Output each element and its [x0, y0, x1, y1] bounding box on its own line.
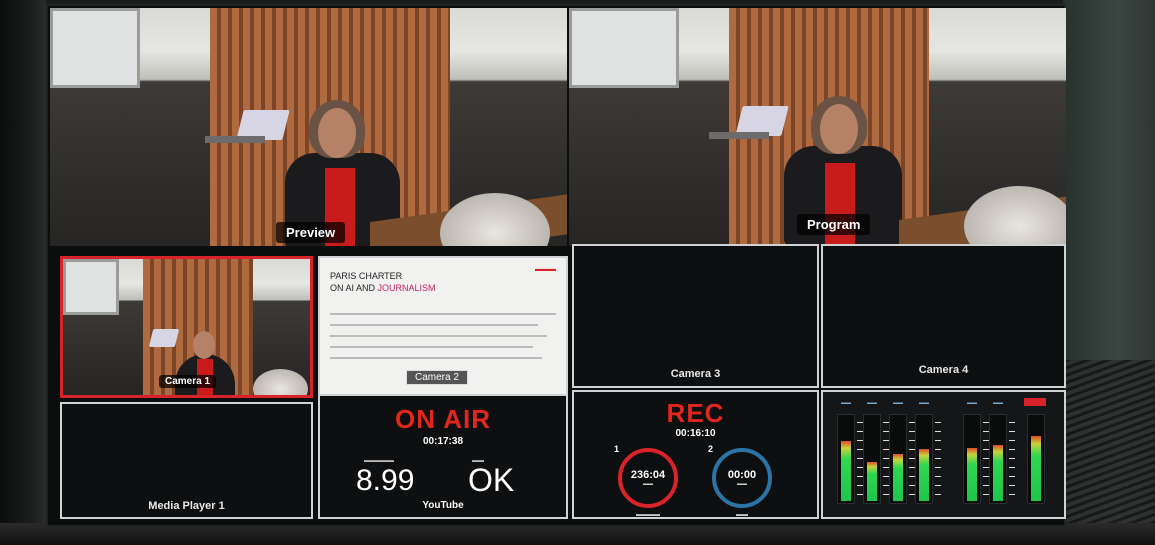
disk-1-number: 1 [614, 444, 620, 454]
audio-level-fill [841, 441, 851, 501]
window-frame [569, 8, 679, 88]
camera-4-label: Camera 4 [918, 364, 969, 376]
audio-level-fill [893, 454, 903, 501]
audio-channel-tag: ▬▬ [967, 400, 977, 406]
audio-level-meter [963, 414, 981, 504]
disk-1-gauge: 236:04 ▬▬ [618, 448, 678, 508]
camera-1-label: Camera 1 [159, 375, 217, 388]
record-duration: 00:16:10 [675, 428, 716, 439]
cables [1063, 360, 1155, 545]
disk-2-name: ▬▬ [736, 512, 748, 518]
disk-2-gauge: 00:00 ▬▬ [712, 448, 772, 508]
bitrate-value: 8.99 [356, 464, 415, 497]
audio-level-meter [989, 414, 1007, 504]
on-air-indicator: ON AIR [394, 404, 492, 434]
camera-2-view[interactable]: ▬▬▬ PARIS CHARTER ON AI AND JOURNALISM C… [318, 256, 568, 398]
audio-level-fill [919, 449, 929, 501]
audio-level-fill [1031, 436, 1041, 501]
preview-view[interactable]: Preview [50, 8, 567, 246]
audio-channel-tag: ▬▬ [893, 400, 903, 406]
program-label: Program [797, 214, 871, 235]
slide-title: PARIS CHARTER ON AI AND JOURNALISM [330, 271, 436, 293]
camera-2-label: Camera 2 [406, 370, 468, 385]
record-status-panel: REC 00:16:10 1 236:04 ▬▬ ▬▬▬▬ 2 00:00 ▬▬… [572, 390, 819, 519]
audio-level-fill [867, 462, 877, 501]
camera-3-label: Camera 3 [670, 368, 721, 380]
program-view[interactable]: Program [569, 8, 1066, 246]
audio-channel-tag: ▬▬ [993, 400, 1003, 406]
audio-meters-panel: ▬▬ ▬▬ ▬▬ ▬▬ ▬▬ ▬▬ [821, 390, 1066, 519]
meter-scale [1009, 422, 1015, 498]
camera-3-view[interactable]: Camera 3 [572, 244, 819, 388]
slide-logo: ▬▬▬ [535, 266, 556, 273]
media-player-view[interactable]: Media Player 1 [60, 402, 313, 519]
stream-status-panel: ON AIR 00:17:38 ▬▬▬▬▬ 8.99 ▬▬ OK YouTube [318, 394, 568, 519]
stream-duration: 00:17:38 [422, 436, 464, 447]
rec-indicator: REC [666, 398, 725, 428]
audio-channel-tag: ▬▬ [867, 400, 877, 406]
audio-level-meter [1027, 414, 1045, 504]
meter-scale [935, 422, 941, 498]
media-player-label: Media Player 1 [148, 500, 225, 512]
stream-platform: YouTube [422, 500, 464, 511]
audio-level-meter [837, 414, 855, 504]
disk-2-time: 00:00 [727, 469, 757, 481]
audio-level-fill [967, 448, 977, 501]
background-left [0, 0, 46, 545]
audio-level-meter [915, 414, 933, 504]
cache-value: OK [468, 462, 515, 498]
multiview-monitor: Preview Program Camera 1 ▬▬▬ PARIS CHART… [46, 4, 1066, 527]
camera-4-view[interactable]: Camera 4 [821, 244, 1066, 388]
audio-level-fill [993, 445, 1003, 501]
disk-1-time: 236:04 [630, 469, 666, 481]
disk-1-name: ▬▬▬▬ [636, 512, 660, 518]
preview-label: Preview [276, 222, 346, 243]
audio-channel-tag: ▬▬ [841, 400, 851, 406]
slide-body-text [330, 308, 556, 368]
audio-level-meter [863, 414, 881, 504]
audio-channel-tag: ▬▬ [919, 400, 929, 406]
audio-channel-tag [1024, 398, 1046, 406]
audio-level-meter [889, 414, 907, 504]
disk-2-number: 2 [708, 444, 714, 454]
window-frame [50, 8, 140, 88]
camera-1-view[interactable]: Camera 1 [60, 256, 313, 398]
